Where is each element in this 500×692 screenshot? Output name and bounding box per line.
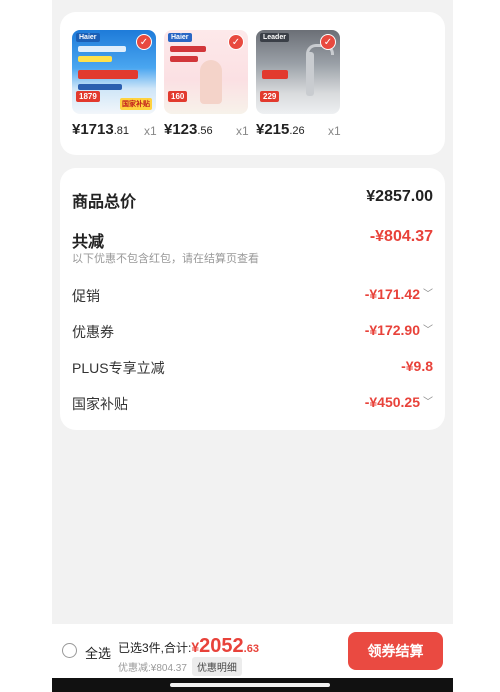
total-amount: 2052 [199,635,244,657]
product-quantity: x1 [328,124,341,138]
product-item[interactable]: Haier 1879 国家补贴 ✓ ¥1713.81 x1 [72,30,157,138]
checkout-bar: 全选 已选3件,合计:¥2052.63 优惠减:¥804.37 优惠明细 领券结算 [52,624,453,678]
plus-discount-value: -¥9.8 [401,358,433,374]
product-quantity: x1 [236,124,249,138]
product-image[interactable]: Leader 229 ✓ [256,30,340,114]
coupon-label: 优惠券 [72,324,114,340]
price-summary-card: 商品总价 ¥2857.00 共减 -¥804.37 以下优惠不包含红包，请在结算… [60,168,445,430]
product-price: ¥215.26 [256,121,305,138]
total-reduce-value: -¥804.37 [369,228,433,245]
checkout-button[interactable]: 领券结算 [348,632,443,670]
product-price: ¥123.56 [164,121,213,138]
brand-badge: Leader [260,33,289,42]
brand-badge: Haier [168,33,192,42]
discount-amount-text: 优惠减:¥804.37 [118,663,187,674]
selected-count-text: 已选3件,合计: [118,641,192,655]
national-subsidy-label: 国家补贴 [72,396,128,412]
chevron-down-icon[interactable]: ﹀ [423,321,433,336]
total-price-value: ¥2857.00 [366,188,433,205]
discount-detail-button[interactable]: 优惠明细 [191,657,242,676]
cart-screen: Haier 1879 国家补贴 ✓ ¥1713.81 x1 Haier 160 … [52,0,453,692]
chevron-down-icon[interactable]: ﹀ [423,393,433,408]
select-all-radio[interactable] [62,643,77,658]
home-indicator[interactable] [170,683,330,687]
chevron-down-icon[interactable]: ﹀ [423,285,433,300]
product-item[interactable]: Leader 229 ✓ ¥215.26 x1 [256,30,341,138]
brand-badge: Haier [76,33,100,42]
total-price-label: 商品总价 [72,194,137,211]
price-tag: 160 [168,91,188,102]
total-decimal: .63 [243,643,259,655]
price-tag: 229 [260,91,280,102]
product-image[interactable]: Haier 160 ✓ [164,30,248,114]
product-image[interactable]: Haier 1879 国家补贴 ✓ [72,30,156,114]
selected-check-icon[interactable]: ✓ [136,34,152,50]
selected-check-icon[interactable]: ✓ [228,34,244,50]
promotion-value: -¥171.42 [364,286,420,302]
national-subsidy-value: -¥450.25 [364,394,420,410]
selected-check-icon[interactable]: ✓ [320,34,336,50]
subsidy-tag: 国家补贴 [120,98,152,110]
total-reduce-label: 共减 [72,234,105,251]
promotion-label: 促销 [72,288,100,304]
product-item[interactable]: Haier 160 ✓ ¥123.56 x1 [164,30,249,138]
discount-note: 以下优惠不包含红包，请在结算页查看 [72,253,259,265]
product-price: ¥1713.81 [72,121,130,138]
price-tag: 1879 [76,91,100,102]
selected-total: 已选3件,合计:¥2052.63 [118,635,259,658]
product-thumbnails-card: Haier 1879 国家补贴 ✓ ¥1713.81 x1 Haier 160 … [60,12,445,155]
select-all-label[interactable]: 全选 [85,643,111,662]
coupon-value: -¥172.90 [364,322,420,338]
discount-summary: 优惠减:¥804.37 优惠明细 [118,657,242,676]
plus-discount-label: PLUS专享立减 [72,360,165,376]
total-currency: ¥ [191,639,200,655]
product-quantity: x1 [144,124,157,138]
